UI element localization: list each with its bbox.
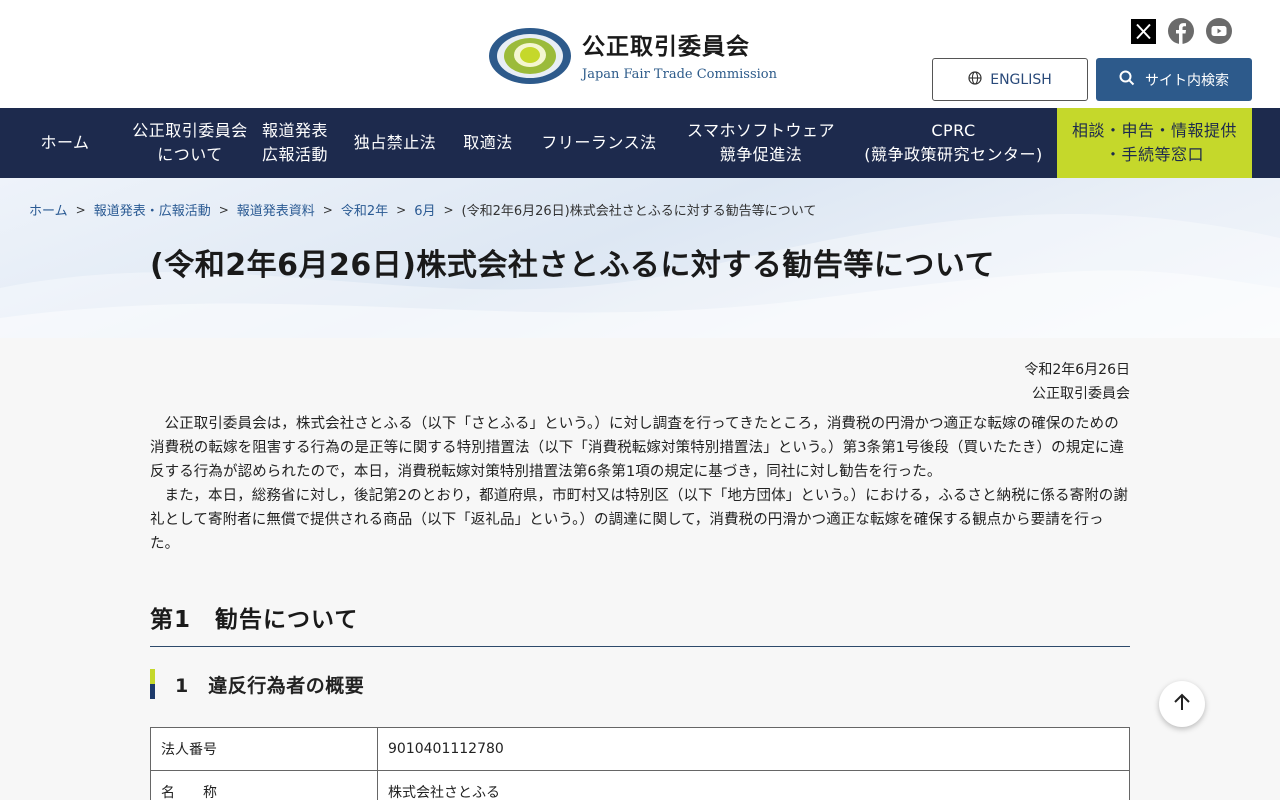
release-date: 令和2年6月26日 (1024, 362, 1130, 378)
back-to-top-button[interactable] (1159, 681, 1205, 727)
global-nav: ホーム 公正取引委員会 について 報道発表 広報活動 独占禁止法 取適法 フリー… (0, 108, 1280, 178)
nav-item-freelance[interactable]: フリーランス法 (526, 108, 672, 178)
breadcrumb-link-year[interactable]: 令和2年 (341, 200, 388, 219)
page-title: (令和2年6月26日)株式会社さとふるに対する勧告等について (150, 248, 996, 283)
table-header-cell: 法人番号 (150, 727, 378, 771)
body-paragraph-1: 公正取引委員会は，株式会社さとふる（以下「さとふる」という。）に対し調査を行って… (150, 416, 1125, 480)
body-paragraph-2: また，本日，総務省に対し，後記第2のとおり，都道府県，市町村又は特別区（以下「地… (150, 488, 1128, 552)
globe-icon (968, 70, 982, 89)
table-row: 名 称 株式会社さとふる (150, 770, 1130, 800)
release-info: 令和2年6月26日 公正取引委員会 (150, 358, 1130, 406)
nav-item-antimonopoly[interactable]: 独占禁止法 (340, 108, 450, 178)
section-heading-1: 第1 勧告について (150, 600, 1130, 647)
table-header-cell: 名 称 (150, 770, 378, 800)
breadcrumb-link-press-materials[interactable]: 報道発表資料 (237, 200, 315, 219)
table-row: 法人番号 9010401112780 (150, 727, 1130, 771)
main-content: 令和2年6月26日 公正取引委員会 公正取引委員会は，株式会社さとふる（以下「さ… (150, 338, 1130, 800)
nav-item-home[interactable]: ホーム (0, 108, 130, 178)
table-cell: 9010401112780 (377, 727, 1130, 771)
sns-links (1130, 18, 1232, 44)
subsection-heading-text: 1 違反行為者の概要 (175, 674, 365, 697)
logo-text: 公正取引委員会 Japan Fair Trade Commission (582, 27, 777, 82)
jftc-emblem-icon (488, 22, 572, 86)
site-subtitle: Japan Fair Trade Commission (582, 66, 777, 82)
breadcrumb-separator: > (443, 202, 454, 217)
breadcrumb-separator: > (218, 202, 229, 217)
breadcrumb-separator: > (75, 202, 86, 217)
nav-item-cprc[interactable]: CPRC (競争政策研究センター) (850, 108, 1057, 178)
violator-overview-table: 法人番号 9010401112780 名 称 株式会社さとふる (150, 727, 1130, 800)
site-search-button[interactable]: サイト内検索 (1096, 58, 1252, 101)
search-label: サイト内検索 (1145, 72, 1229, 89)
nav-item-press[interactable]: 報道発表 広報活動 (250, 108, 340, 178)
nav-item-smartphone-act[interactable]: スマホソフトウェア 競争促進法 (672, 108, 850, 178)
breadcrumb-separator: > (322, 202, 333, 217)
english-button[interactable]: ENGLISH (932, 58, 1088, 101)
youtube-icon[interactable] (1206, 18, 1232, 44)
english-label: ENGLISH (990, 71, 1052, 88)
breadcrumb-link-month[interactable]: 6月 (414, 200, 435, 219)
site-header: 公正取引委員会 Japan Fair Trade Commission ENGL… (0, 0, 1280, 108)
breadcrumb-link-home[interactable]: ホーム (29, 200, 68, 219)
site-logo[interactable]: 公正取引委員会 Japan Fair Trade Commission (488, 22, 777, 86)
subsection-heading-1: 1 違反行為者の概要 (150, 669, 1130, 699)
arrow-up-icon (1172, 692, 1192, 716)
nav-item-about[interactable]: 公正取引委員会 について (130, 108, 250, 178)
x-icon[interactable] (1130, 18, 1156, 44)
page-hero: ホーム > 報道発表・広報活動 > 報道発表資料 > 令和2年 > 6月 > (… (0, 178, 1280, 338)
table-cell: 株式会社さとふる (377, 770, 1130, 800)
search-icon (1119, 70, 1135, 90)
facebook-icon[interactable] (1168, 18, 1194, 44)
breadcrumb-link-press[interactable]: 報道発表・広報活動 (94, 200, 211, 219)
release-issuer: 公正取引委員会 (1032, 386, 1130, 402)
nav-item-consultation[interactable]: 相談・申告・情報提供 ・手続等窓口 (1057, 108, 1252, 178)
heading-accent-bar (150, 669, 155, 699)
breadcrumb: ホーム > 報道発表・広報活動 > 報道発表資料 > 令和2年 > 6月 > (… (29, 200, 817, 220)
breadcrumb-separator: > (396, 202, 407, 217)
breadcrumb-current: (令和2年6月26日)株式会社さとふるに対する勧告等について (461, 204, 817, 219)
nav-item-subcontract[interactable]: 取適法 (450, 108, 526, 178)
site-title: 公正取引委員会 (582, 33, 750, 60)
